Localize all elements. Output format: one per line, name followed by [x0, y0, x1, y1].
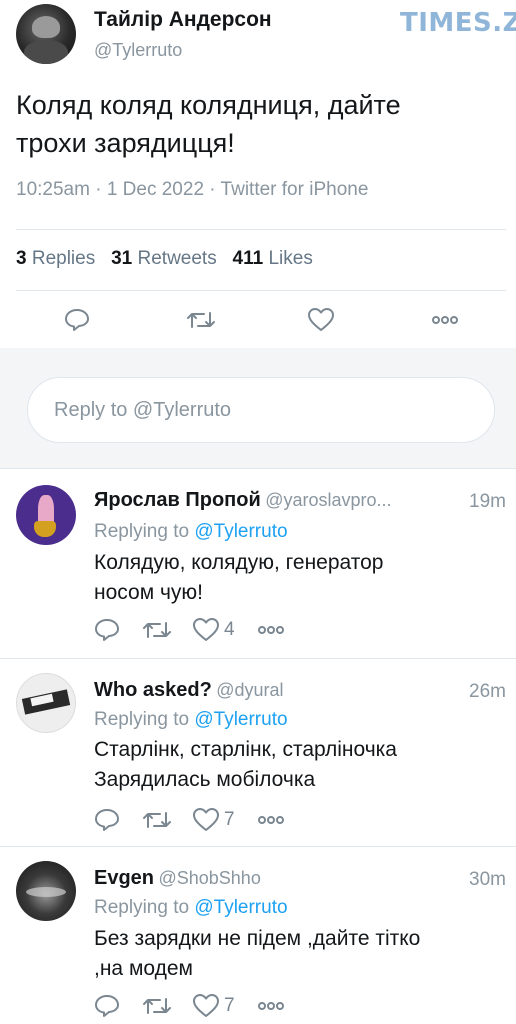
reply-icon[interactable]: [64, 308, 90, 332]
divider: [16, 290, 506, 291]
more-icon[interactable]: [257, 625, 285, 635]
reply-input[interactable]: Reply to @Tylerruto: [27, 377, 495, 443]
author-avatar[interactable]: [16, 4, 76, 64]
reply-time: 30m: [469, 869, 506, 890]
reply-actions: 4: [94, 617, 285, 643]
retweet-icon[interactable]: [142, 619, 172, 641]
replying-to-link[interactable]: @Tylerruto: [194, 521, 287, 542]
likes-stat[interactable]: 411 Likes: [233, 248, 313, 269]
replies-stat[interactable]: 3 Replies: [16, 248, 95, 269]
replying-to-link[interactable]: @Tylerruto: [194, 897, 287, 918]
like-icon[interactable]: [307, 307, 335, 333]
avatar[interactable]: [16, 673, 76, 733]
reply-actions: 7: [94, 807, 285, 833]
replying-to: Replying to @Tylerruto: [94, 521, 288, 542]
like-count: 7: [224, 995, 235, 1016]
watermark: TIMES.ZT: [400, 8, 516, 38]
reply-author-handle[interactable]: @ShobShho: [158, 868, 260, 888]
retweet-icon[interactable]: [186, 309, 216, 331]
reply-time: 26m: [469, 681, 506, 702]
tweet-text: Коляд коляд колядниця, дайте трохи заряд…: [16, 90, 401, 158]
like-count: 7: [224, 809, 235, 830]
reply-time: 19m: [469, 491, 506, 512]
reply-author-handle[interactable]: @yaroslavpro...: [265, 490, 391, 510]
more-icon[interactable]: [257, 815, 285, 825]
reply-icon[interactable]: [94, 808, 120, 832]
reply-text: Без зарядки не підем ,дайте тітко ,на мо…: [94, 927, 421, 980]
like-icon[interactable]: [192, 993, 220, 1019]
divider: [16, 229, 506, 230]
tweet-stats: 3 Replies 31 Retweets 411 Likes: [16, 248, 313, 270]
reply-author-name: Ярослав Пропой: [94, 489, 261, 511]
avatar[interactable]: [16, 485, 76, 545]
retweet-icon[interactable]: [142, 995, 172, 1017]
reply-tweet[interactable]: Who asked? @dyural 26m Replying to @Tyle…: [0, 659, 516, 847]
reply-input-placeholder: Reply to @Tylerruto: [54, 398, 232, 421]
like-icon[interactable]: [192, 807, 220, 833]
author-name: Тайлір Андерсон: [94, 8, 272, 31]
tweet-meta: 10:25am · 1 Dec 2022 · Twitter for iPhon…: [16, 179, 369, 200]
reply-actions: 7: [94, 993, 285, 1019]
reply-author-name: Who asked?: [94, 679, 212, 701]
reply-author-handle[interactable]: @dyural: [216, 680, 283, 700]
author-handle[interactable]: @Tylerruto: [94, 40, 182, 61]
reply-author-name: Evgen: [94, 867, 155, 889]
retweets-stat[interactable]: 31 Retweets: [111, 248, 217, 269]
avatar[interactable]: [16, 861, 76, 921]
reply-tweet[interactable]: Ярослав Пропой @yaroslavpro... 19m Reply…: [0, 469, 516, 659]
reply-tweet[interactable]: Evgen @ShobShho 30m Replying to @Tylerru…: [0, 847, 516, 1024]
reply-icon[interactable]: [94, 994, 120, 1018]
replying-to: Replying to @Tylerruto: [94, 897, 288, 918]
reply-text: Старлінк, старлінк, старліночка Зарядила…: [94, 738, 397, 791]
retweet-icon[interactable]: [142, 809, 172, 831]
more-icon[interactable]: [257, 1001, 285, 1011]
replying-to-link[interactable]: @Tylerruto: [194, 709, 287, 730]
reply-text: Колядую, колядую, генератор носом чую!: [94, 551, 384, 604]
replying-to: Replying to @Tylerruto: [94, 709, 288, 730]
like-icon[interactable]: [192, 617, 220, 643]
more-icon[interactable]: [431, 315, 459, 325]
reply-icon[interactable]: [94, 618, 120, 642]
like-count: 4: [224, 619, 235, 640]
